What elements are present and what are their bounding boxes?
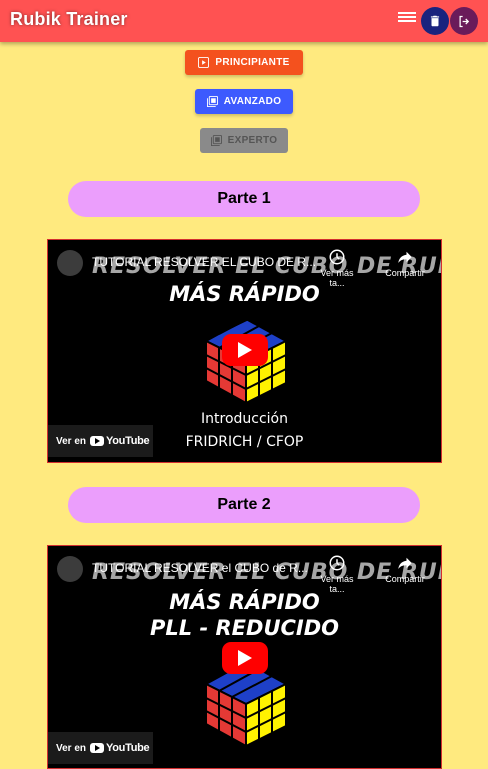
channel-avatar[interactable] — [57, 556, 83, 582]
youtube-logo-icon: YouTube — [90, 435, 150, 447]
watch-on-label: Ver en — [56, 435, 87, 447]
video-line-2: PLL - REDUCIDO — [150, 616, 339, 640]
video-title[interactable]: TUTORIAL RESOLVER EL CUBO DE R... — [92, 255, 316, 269]
app-title: Rubik Trainer — [10, 9, 128, 29]
video-title[interactable]: TUTORIAL RESOLVER el CUBO de R... — [92, 561, 308, 575]
section-title-parte-2: Parte 2 — [68, 487, 420, 523]
logout-button[interactable] — [450, 7, 478, 35]
section-title-label: Parte 1 — [217, 190, 271, 207]
logout-icon — [459, 15, 469, 27]
library-icon — [206, 96, 218, 107]
section-title-parte-1: Parte 1 — [68, 181, 420, 217]
video-player-1[interactable]: RESOLVER EL CUBO DE RUBIK TUTORIAL RESOL… — [47, 239, 442, 463]
trash-icon — [430, 15, 440, 27]
play-library-icon — [198, 57, 210, 68]
play-icon — [238, 342, 252, 358]
experto-button: EXPERTO — [200, 128, 288, 153]
section-title-label: Parte 2 — [217, 496, 271, 513]
youtube-logo-icon: YouTube — [90, 742, 150, 754]
video-line-1: MÁS RÁPIDO — [169, 282, 320, 306]
menu-icon[interactable] — [398, 10, 416, 26]
channel-avatar[interactable] — [57, 250, 83, 276]
app-bar: Rubik Trainer — [0, 0, 488, 42]
play-button[interactable] — [222, 334, 268, 366]
share-icon — [398, 557, 412, 569]
avanzado-label: AVANZADO — [223, 96, 282, 107]
share-label: Compartir — [385, 268, 425, 278]
watch-on-youtube-button[interactable]: Ver en YouTube — [48, 425, 153, 457]
video-player-2[interactable]: RESOLVER EL CUBO DE RUBIK TUTORIAL RESOL… — [47, 545, 442, 769]
principiante-label: PRINCIPIANTE — [215, 57, 290, 68]
play-button[interactable] — [222, 642, 268, 674]
share-label: Compartir — [385, 574, 425, 584]
watch-on-youtube-button[interactable]: Ver en YouTube — [48, 732, 153, 764]
delete-button[interactable] — [421, 7, 449, 35]
clock-icon — [329, 555, 345, 571]
clock-icon — [329, 249, 345, 265]
share-button[interactable]: Compartir — [382, 554, 428, 584]
experto-label: EXPERTO — [227, 135, 278, 146]
library-icon — [210, 135, 222, 146]
watch-later-button[interactable]: Ver más ta... — [312, 554, 362, 594]
avanzado-button[interactable]: AVANZADO — [195, 89, 293, 114]
play-icon — [238, 650, 252, 666]
share-button[interactable]: Compartir — [382, 248, 428, 278]
share-icon — [398, 251, 412, 263]
video-line-1: MÁS RÁPIDO — [169, 590, 320, 614]
principiante-button[interactable]: PRINCIPIANTE — [185, 50, 303, 75]
